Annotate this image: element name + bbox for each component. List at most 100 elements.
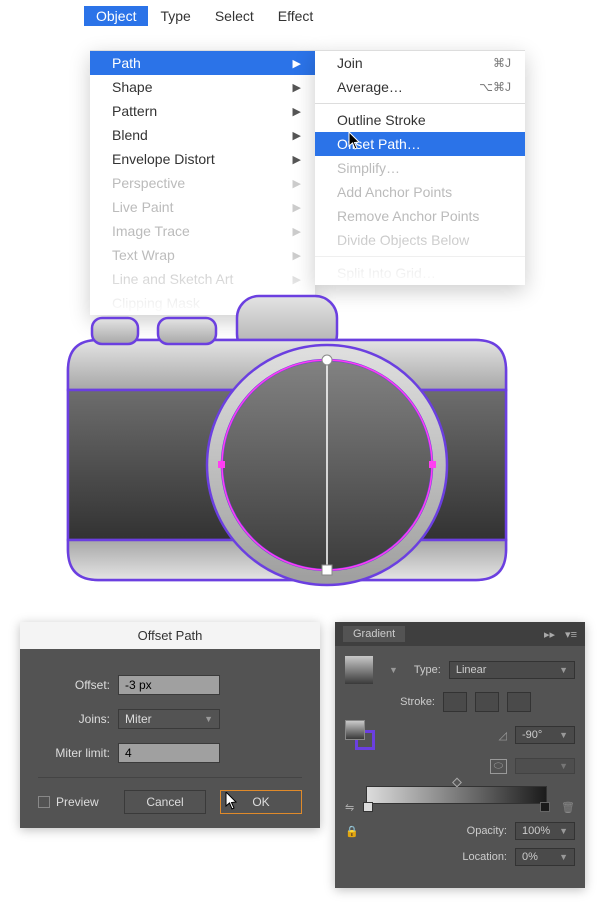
menu-join[interactable]: Join ⌘J [315, 51, 525, 75]
link-icon[interactable]: 🔒 [345, 825, 359, 838]
panel-tab-gradient[interactable]: Gradient [343, 626, 405, 642]
gradient-stop-left[interactable] [363, 802, 373, 812]
offset-label: Offset: [38, 678, 118, 692]
menu-item-label: Divide Objects Below [337, 232, 469, 248]
path-submenu: Join ⌘J Average… ⌥⌘J Outline Stroke Offset… [315, 50, 525, 285]
object-menu: Path▶ Shape▶ Pattern▶ Blend▶ Envelope Di… [90, 50, 315, 315]
opacity-label: Opacity: [467, 825, 507, 837]
preview-label: Preview [56, 795, 99, 809]
angle-icon: ◿ [499, 729, 507, 742]
cancel-button[interactable]: Cancel [124, 790, 206, 814]
menubar-object[interactable]: Object [84, 6, 148, 26]
menu-item-label: Text Wrap [112, 247, 175, 263]
collapse-icon[interactable]: ▸▸ [544, 628, 555, 641]
menu-split-grid[interactable]: Split Into Grid… [315, 261, 525, 285]
aspect-icon: ⬭ [490, 759, 507, 774]
menu-item-label: Perspective [112, 175, 185, 191]
chevron-down-icon [559, 826, 568, 836]
chevron-down-icon [559, 665, 568, 675]
type-dropdown[interactable]: Linear [449, 661, 575, 679]
menu-item-label: Shape [112, 79, 152, 95]
chevron-down-icon [204, 714, 213, 724]
menu-item-label: Average… [337, 79, 403, 95]
menu-item-label: Pattern [112, 103, 157, 119]
menu-path[interactable]: Path▶ [90, 51, 315, 75]
location-input[interactable]: 0% [515, 848, 575, 866]
chevron-down-icon[interactable] [389, 665, 398, 675]
submenu-arrow-icon: ▶ [293, 201, 301, 214]
menu-text-wrap[interactable]: Text Wrap ▶ [90, 243, 315, 267]
artboard-camera [62, 290, 512, 580]
menubar-select[interactable]: Select [203, 6, 266, 26]
trash-icon[interactable]: 🗑 [561, 801, 575, 814]
submenu-arrow-icon: ▶ [293, 129, 301, 142]
joins-label: Joins: [38, 712, 118, 726]
menu-separator [315, 256, 525, 257]
menu-item-label: Offset Path… [337, 136, 421, 152]
gradient-ramp[interactable] [366, 786, 547, 804]
menu-item-label: Join [337, 55, 363, 71]
submenu-arrow-icon: ▶ [293, 105, 301, 118]
gradient-stop-right[interactable] [540, 802, 550, 812]
miter-label: Miter limit: [38, 746, 118, 760]
menu-average[interactable]: Average… ⌥⌘J [315, 75, 525, 99]
menubar-effect[interactable]: Effect [266, 6, 326, 26]
menu-perspective[interactable]: Perspective ▶ [90, 171, 315, 195]
offset-input[interactable] [118, 675, 220, 695]
menu-item-label: Image Trace [112, 223, 190, 239]
menu-divide-below[interactable]: Divide Objects Below [315, 228, 525, 252]
menu-pattern[interactable]: Pattern ▶ [90, 99, 315, 123]
menu-item-label: Envelope Distort [112, 151, 215, 167]
opacity-input[interactable]: 100% [515, 822, 575, 840]
angle-value: -90° [522, 729, 542, 741]
panel-menu-icon[interactable]: ▾≡ [565, 628, 577, 641]
menu-item-label: Line and Sketch Art [112, 271, 233, 287]
angle-input[interactable]: -90° [515, 726, 575, 744]
stroke-type-2[interactable] [475, 692, 499, 712]
gradient-swatch[interactable] [345, 656, 373, 684]
chevron-down-icon [559, 730, 568, 740]
menu-item-label: Simplify… [337, 160, 400, 176]
reverse-gradient-icon[interactable]: ⇋ [345, 801, 354, 814]
menubar: Object Type Select Effect [84, 6, 325, 26]
shortcut: ⌥⌘J [479, 80, 511, 94]
menu-offset-path[interactable]: Offset Path… [315, 132, 525, 156]
menu-item-label: Path [112, 55, 141, 71]
menu-image-trace[interactable]: Image Trace▶ [90, 219, 315, 243]
shortcut: ⌘J [493, 56, 511, 70]
chevron-down-icon [559, 761, 568, 771]
submenu-arrow-icon: ▶ [293, 249, 301, 262]
menu-remove-anchor[interactable]: Remove Anchor Points [315, 204, 525, 228]
type-label: Type: [414, 664, 441, 676]
menu-simplify[interactable]: Simplify… [315, 156, 525, 180]
submenu-arrow-icon: ▶ [293, 153, 301, 166]
menu-item-label: Remove Anchor Points [337, 208, 479, 224]
menu-outline-stroke[interactable]: Outline Stroke [315, 108, 525, 132]
menu-line-sketch[interactable]: Line and Sketch Art▶ [90, 267, 315, 291]
aspect-input[interactable] [515, 758, 575, 774]
menu-shape[interactable]: Shape ▶ [90, 75, 315, 99]
panel-gradient: Gradient ▸▸ ▾≡ Type: Linear Stroke: [335, 622, 585, 888]
menubar-type[interactable]: Type [148, 6, 202, 26]
ok-button[interactable]: OK [220, 790, 302, 814]
menu-item-label: Add Anchor Points [337, 184, 452, 200]
midpoint-stop[interactable] [452, 778, 462, 788]
menu-live-paint[interactable]: Live Paint ▶ [90, 195, 315, 219]
fill-stroke-selector[interactable] [345, 720, 375, 750]
stroke-label: Stroke: [391, 696, 435, 708]
stroke-type-1[interactable] [443, 692, 467, 712]
dialog-title: Offset Path [20, 622, 320, 649]
submenu-arrow-icon: ▶ [293, 177, 301, 190]
menu-add-anchor[interactable]: Add Anchor Points [315, 180, 525, 204]
preview-checkbox[interactable] [38, 796, 50, 808]
menu-blend[interactable]: Blend ▶ [90, 123, 315, 147]
submenu-arrow-icon: ▶ [293, 81, 301, 94]
menu-item-label: Blend [112, 127, 148, 143]
menu-item-label: Outline Stroke [337, 112, 426, 128]
joins-dropdown[interactable]: Miter [118, 709, 220, 729]
menu-envelope-distort[interactable]: Envelope Distort ▶ [90, 147, 315, 171]
miter-input[interactable] [118, 743, 220, 763]
menu-separator [315, 103, 525, 104]
stroke-type-3[interactable] [507, 692, 531, 712]
menu-item-label: Live Paint [112, 199, 173, 215]
